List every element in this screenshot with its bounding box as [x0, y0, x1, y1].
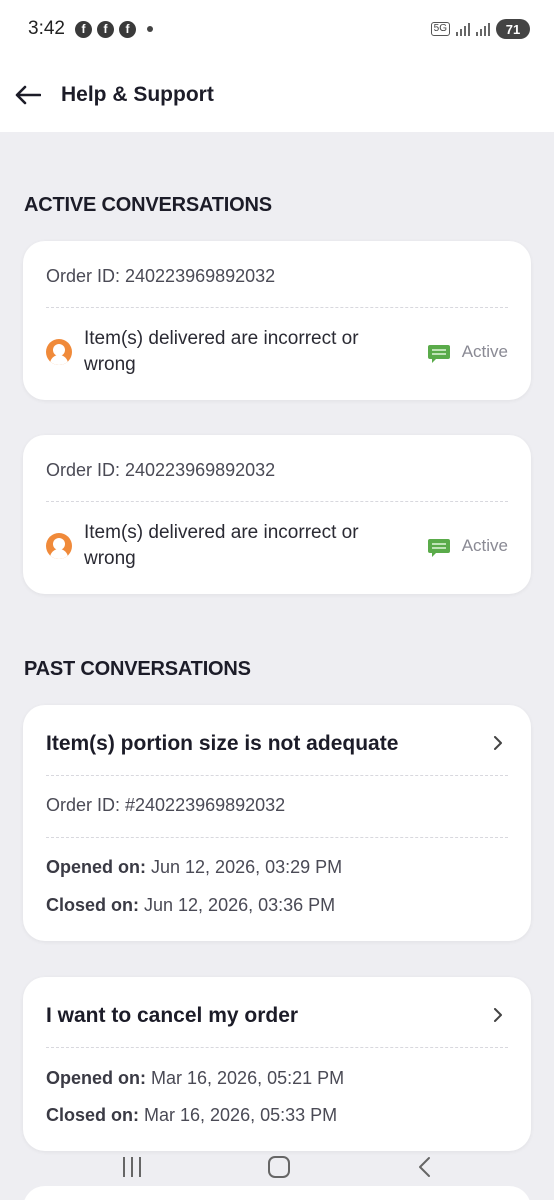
status-label: Active	[461, 536, 508, 555]
facebook-notification-icon: f	[74, 20, 92, 38]
chevron-right-icon[interactable]	[491, 736, 505, 750]
order-id: Order ID: 240223969892032	[46, 266, 276, 286]
chat-bubble-icon	[427, 539, 450, 557]
user-avatar-icon	[46, 339, 72, 365]
more-notifications-icon	[146, 26, 153, 32]
back-arrow-icon[interactable]	[14, 81, 42, 109]
facebook-notification-icon: f	[118, 20, 136, 38]
opened-value: Jun 12, 2026, 03:29 PM	[151, 857, 343, 877]
issue-text: Item(s) delivered are incorrect or wrong	[84, 522, 359, 569]
order-id: Order ID: 240223969892032	[46, 460, 276, 480]
closed-on: Closed on: Jun 12, 2026, 03:36 PM	[46, 895, 335, 916]
divider	[46, 501, 508, 502]
clock: 3:42	[28, 18, 65, 39]
status-badge: Active	[427, 342, 508, 363]
chevron-right-icon[interactable]	[491, 1008, 505, 1022]
active-conversations-heading: ACTIVE CONVERSATIONS	[24, 194, 272, 216]
status-bar: 3:42 f f f 5G 71	[0, 0, 554, 58]
user-avatar-icon	[46, 533, 72, 559]
closed-label: Closed on:	[46, 1105, 139, 1125]
opened-on: Opened on: Jun 12, 2026, 03:29 PM	[46, 857, 342, 878]
opened-label: Opened on:	[46, 1068, 146, 1088]
divider	[46, 1047, 508, 1048]
active-conversation-card[interactable]: Order ID: 240223969892032 Item(s) delive…	[23, 435, 531, 594]
signal-icon	[476, 22, 490, 36]
past-conversations-heading: PAST CONVERSATIONS	[24, 658, 251, 680]
network-type: 5G	[430, 22, 450, 36]
status-badge: Active	[427, 536, 508, 557]
divider	[46, 307, 508, 308]
closed-label: Closed on:	[46, 895, 139, 915]
divider	[46, 837, 508, 838]
issue-text: Item(s) delivered are incorrect or wrong	[84, 328, 359, 375]
active-conversation-card[interactable]: Order ID: 240223969892032 Item(s) delive…	[23, 241, 531, 400]
conversation-title: Item(s) portion size is not adequate	[46, 732, 399, 755]
system-nav-bar	[0, 1144, 554, 1190]
status-label: Active	[461, 342, 508, 361]
page-title: Help & Support	[61, 83, 214, 106]
opened-on: Opened on: Mar 16, 2026, 05:21 PM	[46, 1068, 344, 1089]
closed-value: Mar 16, 2026, 05:33 PM	[144, 1105, 338, 1125]
app-bar: Help & Support	[0, 58, 554, 132]
opened-label: Opened on:	[46, 857, 146, 877]
home-icon[interactable]	[267, 1156, 290, 1178]
chat-bubble-icon	[427, 345, 450, 363]
closed-on: Closed on: Mar 16, 2026, 05:33 PM	[46, 1105, 337, 1126]
signal-icon	[456, 22, 470, 36]
facebook-notification-icon: f	[96, 20, 114, 38]
divider	[46, 775, 508, 776]
battery-icon: 71	[496, 19, 530, 39]
closed-value: Jun 12, 2026, 03:36 PM	[144, 895, 336, 915]
past-conversation-card[interactable]: I want to cancel my order Opened on: Mar…	[23, 977, 531, 1151]
conversation-title: I want to cancel my order	[46, 1004, 299, 1027]
recents-icon[interactable]	[123, 1157, 142, 1177]
past-conversation-card[interactable]: Item(s) portion size is not adequate Ord…	[23, 705, 531, 941]
back-nav-icon[interactable]	[417, 1156, 431, 1178]
system-indicators: 5G 71	[430, 19, 530, 39]
order-id: Order ID: #240223969892032	[46, 795, 286, 815]
opened-value: Mar 16, 2026, 05:21 PM	[151, 1068, 345, 1088]
